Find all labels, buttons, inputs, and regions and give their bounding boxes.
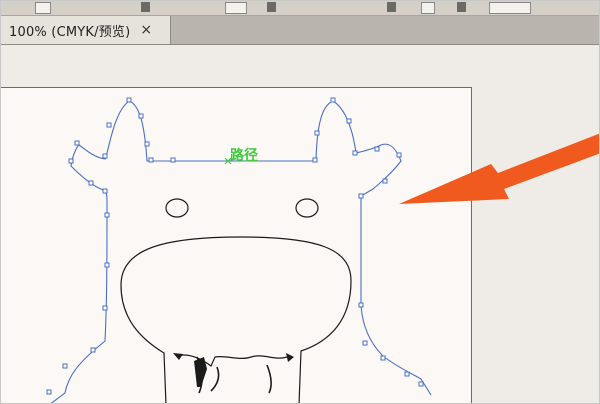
nose-detail [196,356,272,394]
left-eye-shape [165,198,189,218]
app-window: 100% (CMYK/预览) × 路径 [0,0,600,404]
pointer-arrow [399,133,599,204]
nose-shape [175,354,288,367]
face-outline [120,236,352,403]
cow-artwork [120,198,352,403]
path-anchor-points[interactable] [46,97,424,395]
artwork-canvas[interactable] [1,1,600,404]
path-tooltip: 路径 [230,148,258,164]
right-eye-shape [295,198,319,218]
